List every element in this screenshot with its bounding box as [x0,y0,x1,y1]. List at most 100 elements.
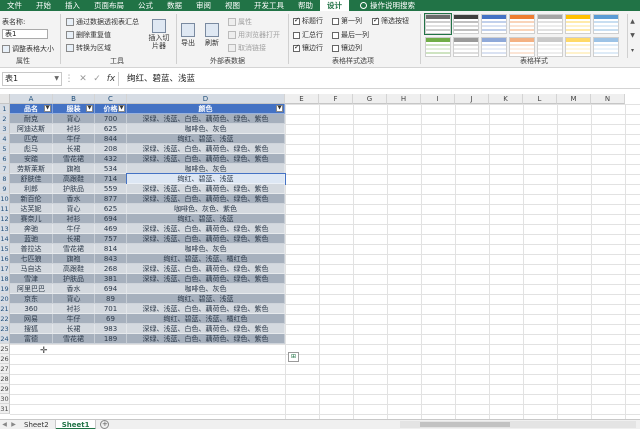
table-cell[interactable]: 高跟鞋 [53,174,95,184]
table-cell[interactable]: 深绿、浅蓝、白色、藕荷色、绿色、紫色 [127,274,285,284]
row-header[interactable]: 12 [0,214,10,224]
row-header[interactable]: 4 [0,134,10,144]
tab-9[interactable]: 帮助 [291,0,320,11]
table-cell[interactable]: 深绿、浅蓝、白色、藕荷色、绿色、紫色 [127,144,285,154]
table-cell[interactable]: 绚红、碧蓝、浅蓝 [127,294,285,304]
table-cell[interactable]: 559 [95,184,127,194]
table-cell[interactable]: 咖啡色、灰色、紫色 [127,204,285,214]
column-header[interactable]: C [95,94,127,104]
table-cell[interactable]: 深绿、浅蓝、白色、藕荷色、绿色、紫色 [127,184,285,194]
column-header[interactable]: D [127,94,285,104]
table-cell[interactable]: 雪花裙 [53,244,95,254]
table-cell[interactable]: 新百伦 [10,194,53,204]
table-cell[interactable]: 蓝驰 [10,234,53,244]
table-cell[interactable]: 护肤品 [53,274,95,284]
row-header[interactable]: 23 [0,324,10,334]
filter-dropdown-icon[interactable]: ▼ [44,105,51,112]
column-header[interactable]: K [489,94,523,104]
row-header[interactable]: 18 [0,274,10,284]
column-header[interactable]: J [455,94,489,104]
table-cell[interactable]: 绚红、碧蓝、浅蓝 [127,134,285,144]
tab-2[interactable]: 插入 [58,0,87,11]
table-cell[interactable]: 深绿、浅蓝、白色、藕荷色、绿色、紫色 [127,264,285,274]
column-header[interactable]: F [319,94,353,104]
table-cell[interactable]: 安踏 [10,154,53,164]
table-cell[interactable]: 网易 [10,314,53,324]
table-cell[interactable]: 背心 [53,294,95,304]
row-header[interactable]: 3 [0,124,10,134]
table-cell[interactable]: 七匹狼 [10,254,53,264]
table-style-swatch[interactable] [453,14,479,34]
column-header[interactable]: L [523,94,557,104]
table-style-swatch[interactable] [453,37,479,57]
table-cell[interactable]: 咖啡色、灰色 [127,164,285,174]
worksheet-grid[interactable]: A B C D E F G H I J K L M N 1 2 3 4 5 6 7 8 9 10 11 12 13 14 15 16 17 1… [0,94,640,419]
name-box[interactable]: 表1 ▼ [2,71,62,86]
table-cell[interactable]: 利郎 [10,184,53,194]
column-header[interactable]: H [387,94,421,104]
table-cell[interactable]: 360 [10,304,53,314]
gallery-more-icon[interactable]: ▾ [631,47,634,54]
table-cell[interactable]: 843 [95,254,127,264]
table-cell[interactable]: 深绿、浅蓝、白色、藕荷色、绿色、紫色 [127,224,285,234]
row-header[interactable]: 16 [0,254,10,264]
select-all-corner[interactable] [0,94,10,104]
table-cell[interactable]: 绚红、碧蓝、浅蓝 [127,214,285,224]
row-header[interactable]: 7 [0,164,10,174]
table-cell[interactable]: 咖啡色、灰色 [127,284,285,294]
table-style-swatch[interactable] [565,37,591,57]
table-cell[interactable]: 714 [95,174,127,184]
table-cell[interactable]: 694 [95,284,127,294]
header-row-checkbox[interactable]: 标题行 [293,16,323,26]
tab-8[interactable]: 开发工具 [247,0,291,11]
table-cell[interactable]: 牛仔 [53,224,95,234]
last-column-checkbox[interactable]: 最后一列 [332,30,369,40]
table-style-swatch[interactable] [593,37,619,57]
tab-4[interactable]: 公式 [131,0,160,11]
table-cell[interactable]: 阿迪达斯 [10,124,53,134]
table-cell[interactable]: 香水 [53,194,95,204]
sheet-nav-left-icon[interactable]: ◀ [0,421,9,428]
horizontal-scrollbar[interactable] [400,421,636,428]
table-cell[interactable]: 舒肤佳 [10,174,53,184]
table-cell[interactable]: 雪花裙 [53,334,95,344]
table-header-cell[interactable]: 品名 ▼ [10,104,53,114]
table-cell[interactable]: 背心 [53,204,95,214]
row-header[interactable]: 8 [0,174,10,184]
table-cell[interactable]: 69 [95,314,127,324]
quick-analysis-icon[interactable]: ⊞ [288,352,299,362]
table-cell[interactable]: 护肤品 [53,184,95,194]
table-cell[interactable]: 268 [95,264,127,274]
row-header[interactable]: 5 [0,144,10,154]
table-name-input[interactable]: 表1 [2,29,48,39]
table-header-cell[interactable]: 颜色 ▼ [127,104,285,114]
row-header[interactable]: 14 [0,234,10,244]
table-cell[interactable]: 达芙妮 [10,204,53,214]
table-cell[interactable]: 牛仔 [53,134,95,144]
row-header[interactable]: 20 [0,294,10,304]
scrollbar-thumb[interactable] [420,422,510,427]
table-cell[interactable]: 衬衫 [53,124,95,134]
confirm-icon[interactable]: ✓ [90,74,104,84]
table-cell[interactable]: 旗袍 [53,164,95,174]
row-header[interactable]: 17 [0,264,10,274]
table-cell[interactable]: 长裙 [53,324,95,334]
sheet-nav-right-icon[interactable]: ▶ [9,421,18,428]
table-cell[interactable]: 匹克 [10,134,53,144]
tab-3[interactable]: 页面布局 [87,0,131,11]
table-cell[interactable]: 深绿、浅蓝、白色、藕荷色、绿色、紫色 [127,234,285,244]
convert-to-range-button[interactable]: 转换为区域 [66,43,111,53]
table-cell[interactable]: 咖啡色、灰色 [127,244,285,254]
row-header[interactable]: 21 [0,304,10,314]
tab-7[interactable]: 视图 [218,0,247,11]
table-cell[interactable]: 深绿、浅蓝、白色、藕荷色、绿色、紫色 [127,324,285,334]
table-cell[interactable]: 绚红、碧蓝、浅蓝、橘红色 [127,314,285,324]
table-header-cell[interactable]: 价格 ▼ [95,104,127,114]
table-cell[interactable]: 绚红、碧蓝、浅蓝、橘红色 [127,254,285,264]
column-header[interactable]: G [353,94,387,104]
table-cell[interactable]: 背心 [53,114,95,124]
filter-dropdown-icon[interactable]: ▼ [118,105,125,112]
table-cell[interactable]: 381 [95,274,127,284]
tab-0[interactable]: 文件 [0,0,29,11]
table-style-swatch[interactable] [537,37,563,57]
